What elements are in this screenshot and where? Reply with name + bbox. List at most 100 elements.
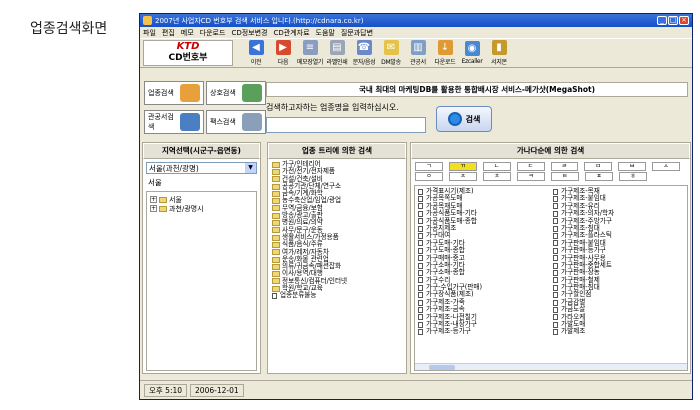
- list-item[interactable]: 가발제조: [553, 328, 614, 335]
- alphabet-column-1: 가격표시기(제조) 가공목쪽도매 가공목재도매 가공식품도매-기타 가공식품도매-종합 가…: [418, 187, 482, 336]
- status-date: 2006-12-01: [190, 383, 244, 397]
- toolbar-button[interactable]: ☎ 문자/음성: [351, 39, 377, 67]
- scrollbar-thumb[interactable]: [429, 365, 455, 370]
- app-window: 2007년 사업자CD 번호부 검색 서비스 입니다.(http://cdnar…: [139, 13, 693, 400]
- jamo-key[interactable]: ㅈ: [449, 172, 477, 181]
- jamo-key[interactable]: ㄱ: [415, 162, 443, 171]
- toolbar-button[interactable]: ✉ DM발송: [378, 39, 404, 67]
- business-search-button[interactable]: 업종검색: [144, 81, 204, 105]
- jamo-key[interactable]: ㅂ: [618, 162, 647, 171]
- page-icon: [418, 196, 423, 203]
- megashot-banner[interactable]: 국내 최대의 마케팅DB를 활용한 통합배시장 서비스-메가샷(MegaShot…: [266, 82, 688, 97]
- folder-icon: [272, 168, 280, 175]
- fax-icon: [242, 113, 262, 131]
- toolbar-button[interactable]: ◀ 이전: [243, 39, 269, 67]
- page-icon: [418, 210, 423, 217]
- company-icon: [242, 84, 262, 102]
- dm-mail-icon: ✉: [383, 40, 399, 55]
- expand-icon[interactable]: +: [150, 196, 157, 203]
- jamo-key[interactable]: ㅇ: [415, 172, 443, 181]
- page-icon: [418, 321, 423, 328]
- toolbar-button[interactable]: ▤ 라벨인쇄: [324, 39, 350, 67]
- jamo-key[interactable]: ㅊ: [483, 172, 511, 181]
- folder-icon: [272, 234, 280, 241]
- title-bar: 2007년 사업자CD 번호부 검색 서비스 입니다.(http://cdnar…: [140, 14, 692, 27]
- menu-item[interactable]: 메모: [181, 28, 194, 38]
- toolbar-button[interactable]: ↓ 다운로드: [432, 39, 458, 67]
- page-icon: [553, 314, 558, 321]
- category-item[interactable]: 업종분류불능: [272, 292, 402, 299]
- page-icon: [418, 299, 423, 306]
- jamo-key[interactable]: ㅋ: [517, 172, 545, 181]
- folder-icon: [272, 190, 280, 197]
- folder-icon: [159, 196, 167, 203]
- menu-item[interactable]: 도움말: [316, 28, 335, 38]
- folder-icon: [272, 176, 280, 183]
- page-icon: [418, 255, 423, 262]
- region-combo[interactable]: 서울(과천/광명) ▼: [146, 162, 257, 174]
- back-arrow-icon: ◀: [248, 40, 264, 55]
- page-icon: [418, 225, 423, 232]
- public-office-icon: [180, 113, 200, 131]
- folder-icon: [272, 256, 280, 263]
- toolbar-label: 다음: [277, 59, 289, 66]
- menu-item[interactable]: CD관계자료: [273, 28, 309, 38]
- tree-node-label: 과천/광명시: [169, 204, 204, 213]
- company-search-button[interactable]: 상호검색: [206, 81, 266, 105]
- region-tree: + 서울 + 과천/광명시: [146, 191, 257, 371]
- download-icon: ↓: [437, 40, 453, 55]
- jamo-key[interactable]: ㅅ: [652, 162, 680, 171]
- page-icon: [553, 321, 558, 328]
- page-icon: [553, 233, 558, 240]
- toolbar-button[interactable]: ▥ 관공서: [405, 39, 431, 67]
- menu-item[interactable]: 편집: [162, 28, 175, 38]
- menu-item[interactable]: 다운로드: [200, 28, 226, 38]
- folder-icon: [272, 249, 280, 256]
- toolbar-button[interactable]: ◉ Ezcaller: [459, 39, 485, 67]
- region-panel: 지역선택(시군구-읍면동) 서울(과천/광명) ▼ 서울 + 서울 + 과천/광명시: [142, 142, 261, 374]
- menu-item[interactable]: 질문과답변: [341, 28, 373, 38]
- list-item[interactable]: 가구제조-등가구: [418, 328, 482, 335]
- jamo-key[interactable]: ㄷ: [516, 162, 545, 171]
- page-icon: [418, 306, 423, 313]
- page-caption: 업종검색화면: [30, 21, 108, 37]
- jamo-key[interactable]: ㅁ: [584, 162, 613, 171]
- page-icon: [418, 292, 423, 299]
- toolbar-label: 서지몬: [491, 59, 507, 66]
- menu-item[interactable]: 파일: [143, 28, 156, 38]
- public-office-search-button[interactable]: 관공서검색: [144, 110, 204, 134]
- search-button-label: 검색: [465, 114, 481, 124]
- expand-icon[interactable]: +: [150, 205, 157, 212]
- jamo-key[interactable]: ㄲ: [448, 162, 477, 171]
- search-hint: 검색하고자하는 업종명을 입력하십시오.: [266, 103, 399, 112]
- minimize-icon[interactable]: _: [657, 16, 667, 25]
- maximize-icon[interactable]: □: [668, 16, 678, 25]
- jamo-key[interactable]: ㄴ: [482, 162, 511, 171]
- logo: KTD CD번호부: [143, 40, 233, 66]
- selected-region: 서울: [148, 178, 162, 187]
- close-icon[interactable]: ×: [679, 16, 689, 25]
- company-search-label: 상호검색: [210, 89, 236, 97]
- page-icon: [418, 240, 423, 247]
- toolbar-button[interactable]: ≡ 메모장열기: [297, 39, 323, 67]
- search-input[interactable]: [266, 117, 426, 133]
- menu-item[interactable]: CD정보변경: [231, 28, 267, 38]
- jamo-key[interactable]: ㅌ: [551, 172, 579, 181]
- horizontal-scrollbar[interactable]: [415, 363, 687, 370]
- jamo-key[interactable]: ㄹ: [550, 162, 579, 171]
- logo-title: CD번호부: [168, 53, 208, 63]
- chevron-down-icon[interactable]: ▼: [245, 163, 256, 173]
- toolbar-label: 다운로드: [434, 59, 456, 66]
- jamo-key[interactable]: ㅍ: [585, 172, 613, 181]
- tree-node[interactable]: + 과천/광명시: [150, 204, 253, 213]
- magnifier-icon: [447, 112, 462, 126]
- notepad-icon: ≡: [302, 40, 318, 55]
- page-icon: [553, 255, 558, 262]
- toolbar-button[interactable]: ▶ 다음: [270, 39, 296, 67]
- category-panel: 업종 트리에 의한 검색 가구/인테리어 가전/전기/전자제품 건설/건축/설비 공공…: [267, 142, 407, 374]
- search-button[interactable]: 검색: [436, 106, 492, 132]
- jamo-key[interactable]: ㅎ: [619, 172, 647, 181]
- toolbar-button[interactable]: ▮ 서지몬: [486, 39, 512, 67]
- page-icon: [553, 240, 558, 247]
- fax-search-button[interactable]: 팩스검색: [206, 110, 266, 134]
